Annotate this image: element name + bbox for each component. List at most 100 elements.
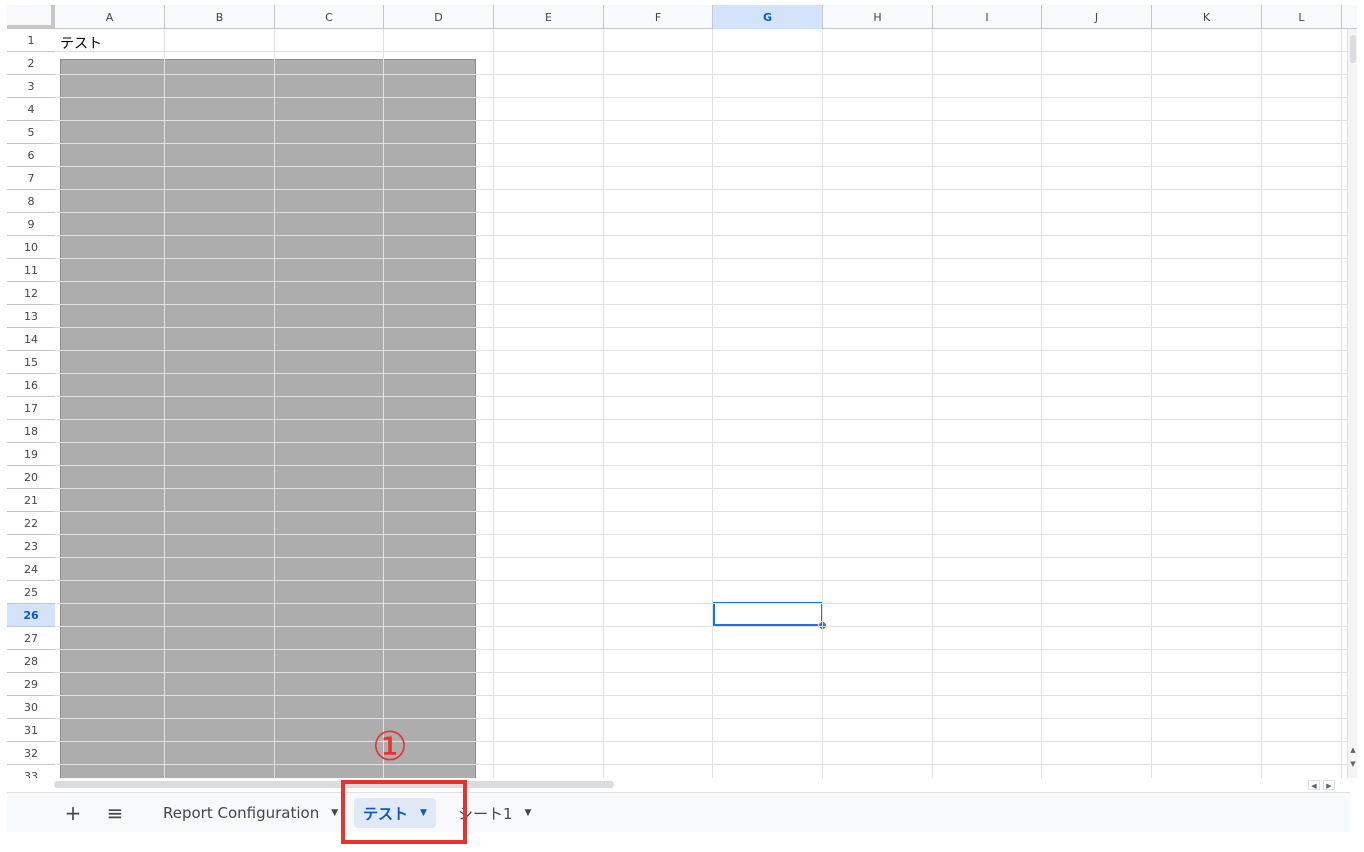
annotation-marker: ① [372,724,408,770]
grid-row-line [55,465,1357,466]
active-cell-g26[interactable] [713,602,823,626]
grid-row-line [55,557,1357,558]
row-header-27[interactable]: 27 [7,627,55,650]
column-header-k[interactable]: K [1152,5,1262,29]
grid-row-line [55,396,1357,397]
row-header-19[interactable]: 19 [7,443,55,466]
row-header-24[interactable]: 24 [7,558,55,581]
row-header-7[interactable]: 7 [7,167,55,190]
row-header-17[interactable]: 17 [7,397,55,420]
caret-down-icon[interactable]: ▼ [525,808,532,818]
scroll-up-icon[interactable]: ▲ [1348,745,1357,755]
row-header-9[interactable]: 9 [7,213,55,236]
row-header-3[interactable]: 3 [7,75,55,98]
vertical-scrollbar[interactable]: ▲ ▼ [1347,29,1357,778]
grid-row-line [55,235,1357,236]
vertical-scroll-thumb[interactable] [1350,35,1356,63]
grid-row-line [55,419,1357,420]
column-header-f[interactable]: F [604,5,713,29]
tab-report-configuration[interactable]: Report Configuration ▼ [154,798,347,828]
row-header-21[interactable]: 21 [7,489,55,512]
grid-column-line [274,29,275,778]
grid-row-line [55,120,1357,121]
column-header-i[interactable]: I [933,5,1042,29]
cell-a1[interactable]: テスト [60,33,102,53]
grid-column-line [1151,29,1152,778]
row-header-31[interactable]: 31 [7,719,55,742]
grid-row-line [55,764,1357,765]
row-header-6[interactable]: 6 [7,144,55,167]
column-header-c[interactable]: C [275,5,384,29]
grid-column-line [603,29,604,778]
grid-row-line [55,649,1357,650]
row-header-29[interactable]: 29 [7,673,55,696]
row-header-32[interactable]: 32 [7,742,55,765]
row-header-30[interactable]: 30 [7,696,55,719]
cell-grid[interactable]: テスト [55,29,1357,778]
grid-row-line [55,212,1357,213]
grid-row-line [55,327,1357,328]
sheet-tab-bar: + ≡ Report Configuration ▼ テスト ▼ シート1 ▼ [7,792,1350,832]
caret-down-icon[interactable]: ▼ [331,808,338,818]
grid-row-line [55,442,1357,443]
spreadsheet: ABCDEFGHIJKL 1 2 3 4 5 6 7 8 9 10 11 12 13 14 15 16 17 18… [7,5,1357,778]
horizontal-scroll-thumb[interactable] [54,781,614,788]
grid-row-line [55,281,1357,282]
grid-row-line [55,534,1357,535]
column-header-j[interactable]: J [1042,5,1152,29]
row-header-14[interactable]: 14 [7,328,55,351]
row-header-1[interactable]: 1 [7,29,55,52]
grid-row-line [55,741,1357,742]
row-header-25[interactable]: 25 [7,581,55,604]
column-header-g[interactable]: G [713,5,823,29]
row-header-5[interactable]: 5 [7,121,55,144]
grid-column-line [822,29,823,778]
column-header-b[interactable]: B [165,5,275,29]
row-header-4[interactable]: 4 [7,98,55,121]
scroll-left-icon[interactable]: ◀ [1308,780,1320,790]
annotation-highlight-box [341,780,467,844]
row-header-13[interactable]: 13 [7,305,55,328]
horizontal-scrollbar[interactable] [48,778,1302,790]
row-header-12[interactable]: 12 [7,282,55,305]
scroll-right-icon[interactable]: ▶ [1323,780,1335,790]
column-header-e[interactable]: E [494,5,604,29]
grid-row-line [55,695,1357,696]
column-header-l[interactable]: L [1262,5,1342,29]
row-header-16[interactable]: 16 [7,374,55,397]
add-sheet-button[interactable]: + [59,799,87,827]
row-header-2[interactable]: 2 [7,52,55,75]
column-headers: ABCDEFGHIJKL [55,5,1357,29]
grid-row-line [55,74,1357,75]
grid-row-line [55,718,1357,719]
row-header-15[interactable]: 15 [7,351,55,374]
grid-row-line [55,511,1357,512]
grid-row-line [55,350,1357,351]
row-header-26[interactable]: 26 [7,604,55,627]
grid-row-line [55,488,1357,489]
row-header-10[interactable]: 10 [7,236,55,259]
tab-label: Report Configuration [163,804,320,822]
column-header-h[interactable]: H [823,5,933,29]
column-header-a[interactable]: A [55,5,165,29]
row-header-11[interactable]: 11 [7,259,55,282]
row-header-22[interactable]: 22 [7,512,55,535]
scroll-down-icon[interactable]: ▼ [1348,759,1357,769]
row-header-33[interactable]: 33 [7,765,55,779]
grid-row-line [55,580,1357,581]
row-header-28[interactable]: 28 [7,650,55,673]
grid-row-line [55,626,1357,627]
row-header-20[interactable]: 20 [7,466,55,489]
grid-row-line [55,189,1357,190]
plus-icon: + [64,801,82,825]
row-header-18[interactable]: 18 [7,420,55,443]
column-header-d[interactable]: D [384,5,494,29]
row-header-23[interactable]: 23 [7,535,55,558]
row-header-8[interactable]: 8 [7,190,55,213]
grid-column-line [1341,29,1342,778]
grid-column-line [164,29,165,778]
all-sheets-button[interactable]: ≡ [101,799,129,827]
grid-row-line [55,143,1357,144]
grid-row-line [55,672,1357,673]
select-all-corner[interactable] [7,5,55,29]
